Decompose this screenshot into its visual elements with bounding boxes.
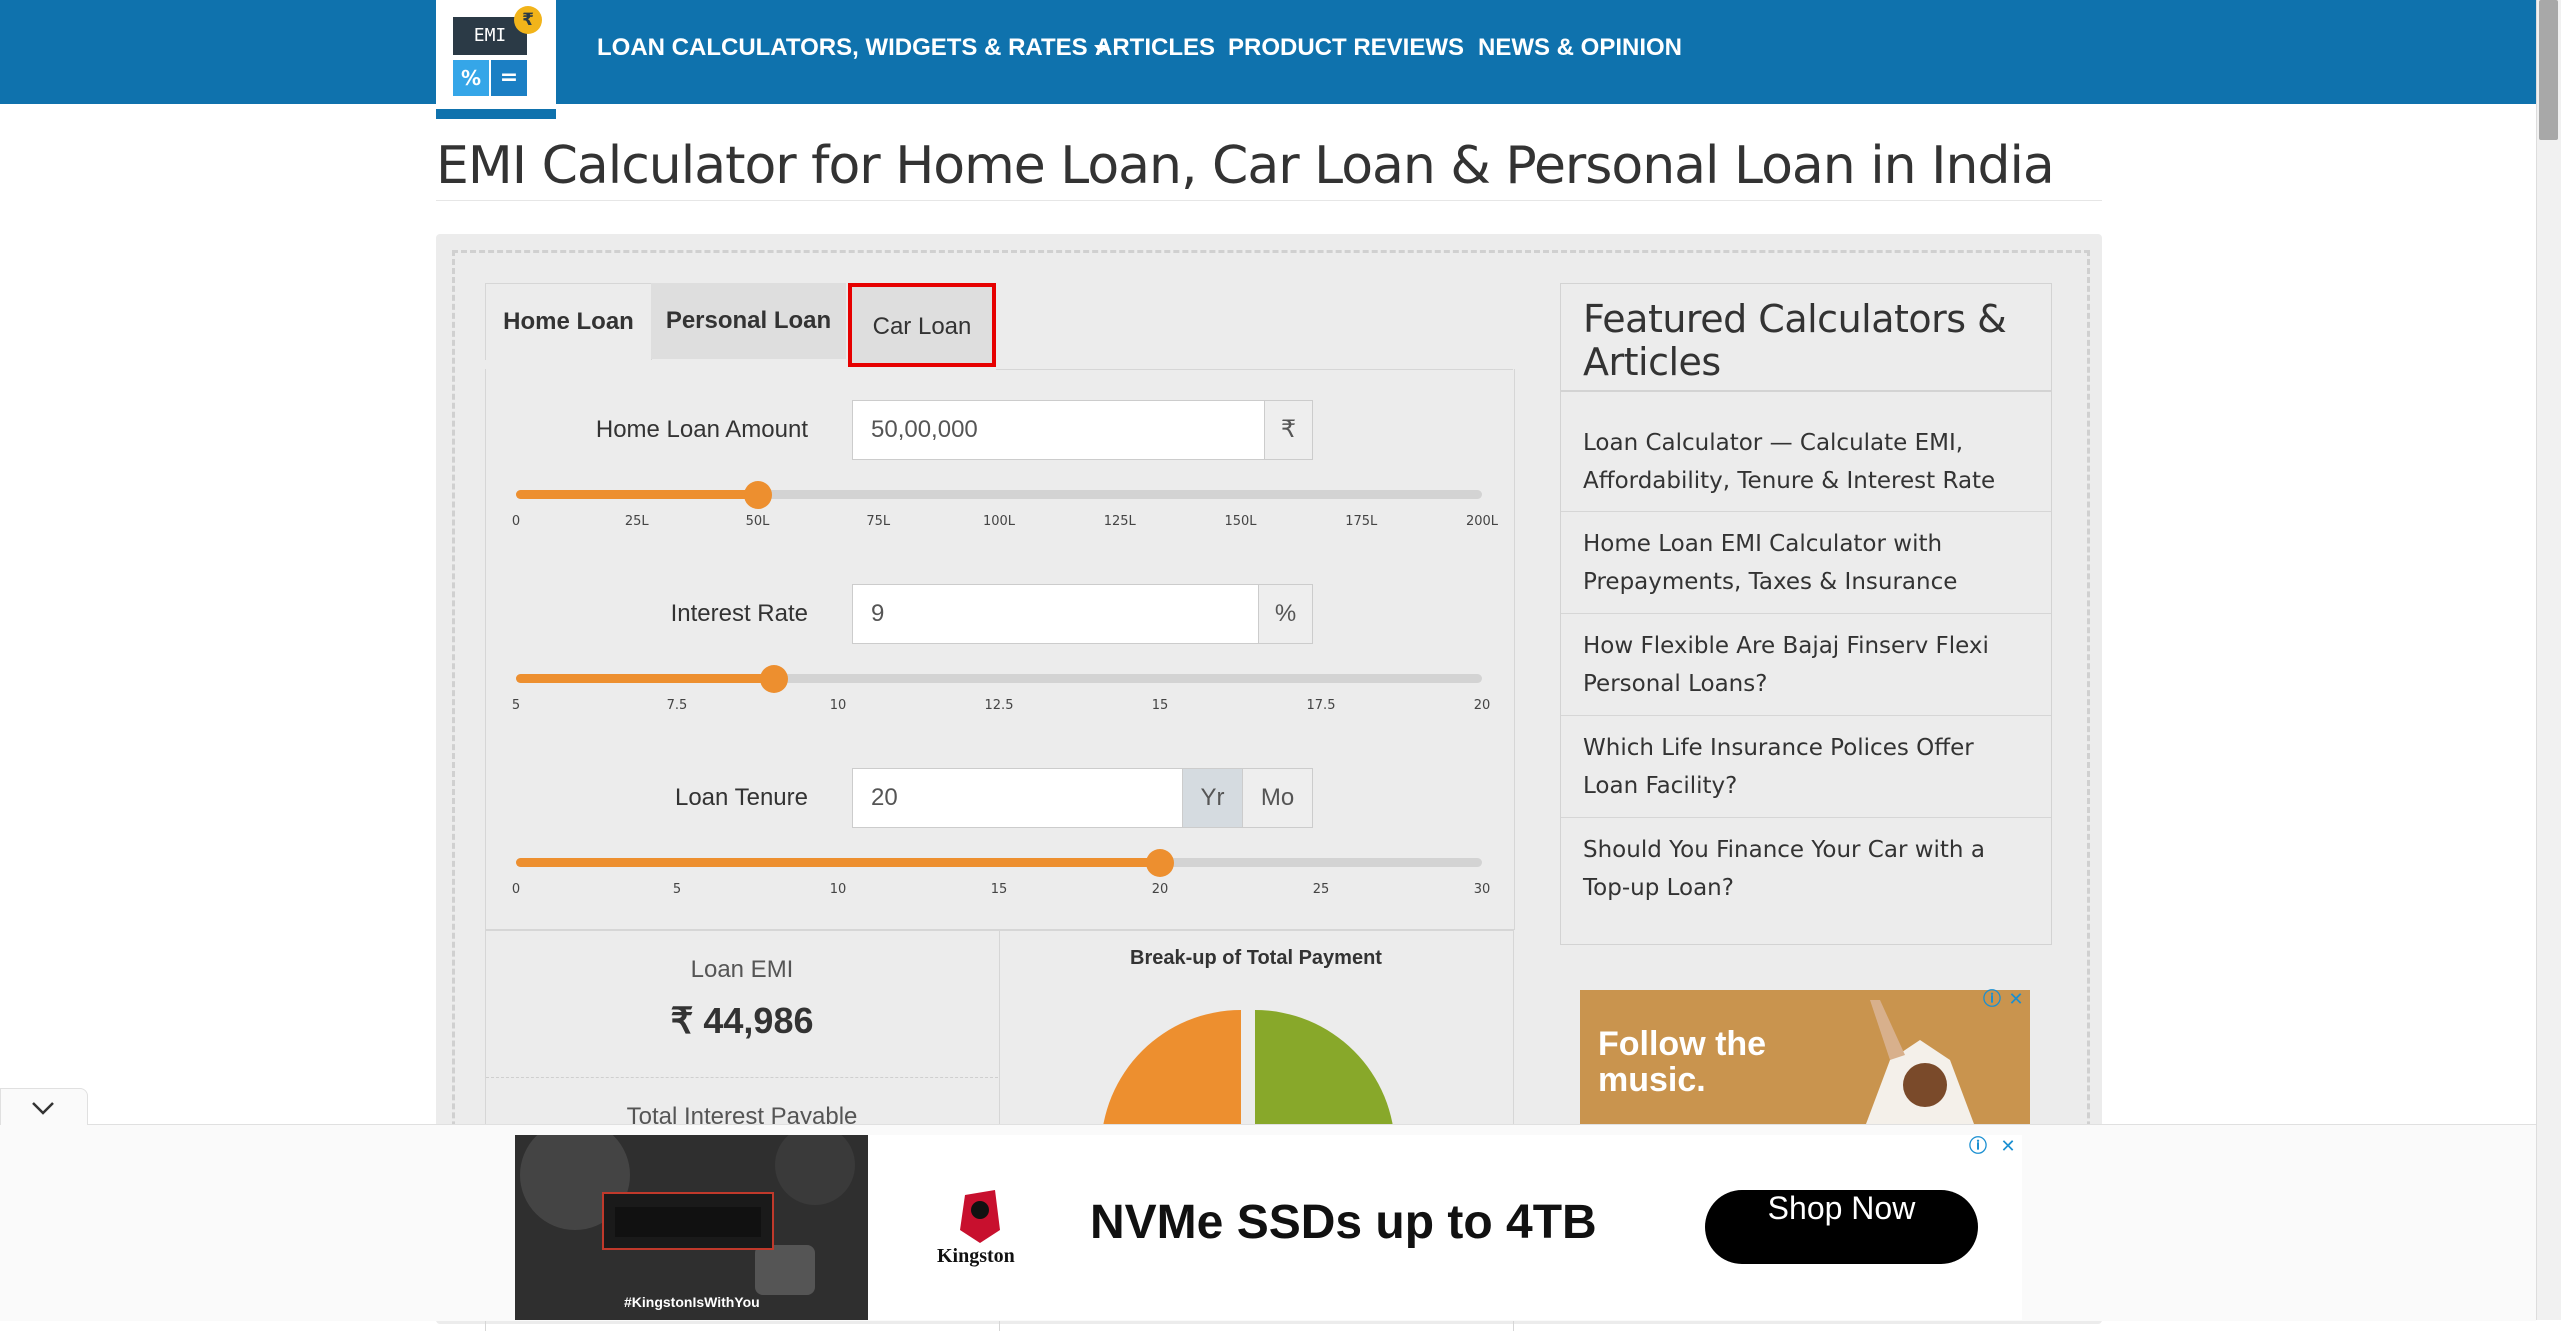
sidebar-link-car-topup[interactable]: Should You Finance Your Car with a Top-u…: [1583, 831, 2033, 907]
loan-emi-label: Loan EMI: [690, 956, 794, 983]
sidebar-separator: [1561, 715, 2051, 716]
chevron-down-icon: [32, 1102, 54, 1115]
close-icon[interactable]: ✕: [2006, 990, 2026, 1010]
loan-tenure-slider[interactable]: 0 5 10 15 20 25 30: [512, 849, 1490, 920]
tab-personal-loan[interactable]: Personal Loan: [651, 283, 846, 359]
pie-slice-interest: [1255, 1010, 1395, 1140]
loan-amount-slider[interactable]: 0 25L 50L 75L 100L 125L 150L 175L 200L: [512, 481, 1498, 552]
rupee-addon: ₹: [1264, 400, 1313, 460]
sidebar-separator: [1561, 613, 2051, 614]
tenure-slider-tick-label: 15: [990, 882, 1008, 897]
vertical-scrollbar[interactable]: [2536, 0, 2561, 1320]
tenure-slider-fill: [516, 858, 1160, 867]
loan-amount-input[interactable]: 50,00,000: [852, 400, 1265, 460]
page-title: EMI Calculator for Home Loan, Car Loan &…: [436, 136, 2055, 196]
info-icon[interactable]: ⓘ: [1982, 990, 2002, 1010]
sidebar-link-home-loan-emi[interactable]: Home Loan EMI Calculator with Prepayment…: [1583, 525, 2033, 601]
amount-slider-tick-label: 200L: [1465, 514, 1499, 529]
rupee-coin-icon: ₹: [514, 6, 542, 34]
amount-slider-handle[interactable]: [743, 481, 772, 509]
tenure-slider-tick-label: 5: [672, 882, 682, 897]
nav-product-reviews[interactable]: PRODUCT REVIEWS: [1228, 34, 1464, 62]
sidebar-ad-text: Follow the music.: [1598, 1025, 1767, 1099]
nav-loan-calculators-label: LOAN CALCULATORS, WIDGETS & RATES: [597, 34, 1088, 61]
amount-slider-tick-label: 25L: [624, 514, 649, 529]
rate-slider-tick-label: 5: [511, 698, 521, 713]
sidebar-link-life-insurance[interactable]: Which Life Insurance Polices Offer Loan …: [1583, 729, 2033, 805]
amount-slider-tick-label: 175L: [1345, 514, 1378, 529]
amount-slider-tick-label: 0: [511, 514, 521, 529]
sidebar-separator: [1561, 511, 2051, 512]
ad-collapse-toggle[interactable]: [0, 1088, 88, 1125]
tenure-slider-handle[interactable]: [1146, 849, 1174, 877]
tenure-slider-tick-label: 0: [511, 882, 521, 897]
amount-slider-fill: [516, 490, 758, 499]
tenure-slider-tick-label: 10: [829, 882, 847, 897]
ad-brand: Kingston: [937, 1245, 1015, 1267]
breakup-chart-title: Break-up of Total Payment: [1130, 947, 1382, 969]
tenure-year-toggle[interactable]: Yr: [1182, 768, 1243, 828]
dancer-image: [1830, 1000, 2000, 1125]
rate-slider-tick-label: 7.5: [666, 698, 688, 713]
results-divider: [486, 1077, 998, 1078]
ssd-product-illustration: [515, 1135, 868, 1320]
kingston-logo-icon: [960, 1190, 1000, 1243]
rate-slider-tick-label: 15: [1151, 698, 1169, 713]
interest-rate-input[interactable]: 9: [852, 584, 1259, 644]
nav-articles[interactable]: ARTICLES: [1095, 34, 1215, 62]
equals-key-icon: =: [491, 60, 527, 96]
sidebar-link-loan-calculator[interactable]: Loan Calculator — Calculate EMI, Afforda…: [1583, 424, 2033, 500]
rate-slider-tick-label: 10: [829, 698, 847, 713]
ad-headline: NVMe SSDs up to 4TB: [1090, 1196, 1597, 1249]
tab-car-loan[interactable]: Car Loan: [848, 283, 996, 367]
sidebar-title: Featured Calculators & Articles: [1583, 297, 2007, 384]
logo-base: [436, 109, 556, 119]
tenure-month-toggle[interactable]: Mo: [1242, 768, 1313, 828]
rate-slider-tick-label: 12.5: [984, 698, 1014, 713]
ad-info-icon[interactable]: ⓘ: [1968, 1137, 1988, 1157]
rate-slider-handle[interactable]: [759, 665, 788, 693]
tenure-slider-tick-label: 25: [1312, 882, 1330, 897]
amount-slider-tick-label: 125L: [1103, 514, 1136, 529]
loan-emi-value: ₹ 44,986: [670, 1000, 814, 1041]
amount-slider-tick-label: 100L: [982, 514, 1016, 529]
tenure-slider-tick-label: 30: [1473, 882, 1491, 897]
ssd-product-image: [515, 1135, 868, 1320]
tenure-slider-tick-label: 20: [1151, 882, 1169, 897]
amount-slider-tick-label: 150L: [1224, 514, 1257, 529]
amount-slider-tick-label: 50L: [745, 514, 770, 529]
interest-rate-label: Interest Rate: [670, 600, 808, 627]
sidebar-title-rule: [1561, 390, 2051, 392]
site-logo[interactable]: EMI ₹ % =: [436, 0, 556, 119]
loan-tenure-label: Loan Tenure: [674, 784, 808, 811]
breakup-pie-chart: [1101, 1010, 1395, 1140]
ad-hashtag: #KingstonIsWithYou: [624, 1294, 760, 1310]
sidebar-separator: [1561, 817, 2051, 818]
nav-loan-calculators[interactable]: LOAN CALCULATORS, WIDGETS & RATES: [597, 34, 1108, 62]
amount-slider-tick-label: 75L: [866, 514, 891, 529]
rate-slider-tick-label: 20: [1473, 698, 1491, 713]
ad-close-icon[interactable]: ✕: [1998, 1137, 2018, 1157]
rate-slider-fill: [516, 674, 774, 683]
tab-home-loan[interactable]: Home Loan: [485, 283, 652, 360]
pie-slice-principal: [1101, 1010, 1241, 1140]
interest-rate-slider[interactable]: 5 7.5 10 12.5 15 17.5 20: [512, 665, 1490, 736]
percent-addon: %: [1258, 584, 1313, 644]
loan-amount-label: Home Loan Amount: [595, 416, 808, 443]
sidebar-link-bajaj-flexi[interactable]: How Flexible Are Bajaj Finserv Flexi Per…: [1583, 627, 2033, 703]
loan-tenure-input[interactable]: 20: [852, 768, 1183, 828]
shop-now-button[interactable]: Shop Now: [1705, 1190, 1978, 1264]
sidebar-ad[interactable]: Follow the music.: [1580, 990, 2030, 1125]
nav-news-opinion[interactable]: NEWS & OPINION: [1478, 34, 1682, 62]
scrollbar-thumb[interactable]: [2539, 0, 2558, 140]
percent-key-icon: %: [453, 60, 489, 96]
title-divider: [436, 200, 2102, 201]
form-top-border: [996, 369, 1513, 370]
rate-slider-tick-label: 17.5: [1306, 698, 1336, 713]
